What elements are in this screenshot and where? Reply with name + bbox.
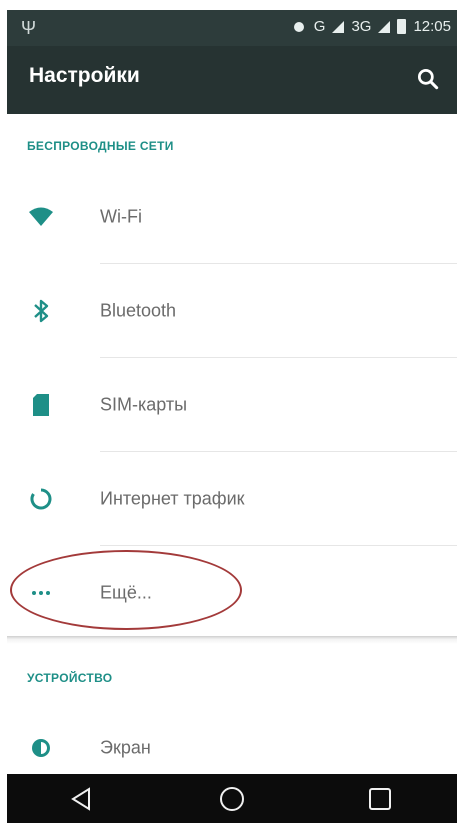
screen-frame-top [0,0,464,10]
signal-icon-2 [378,20,391,33]
navigation-bar [7,774,457,823]
sync-icon [291,19,307,35]
signal-icon [332,20,345,33]
recents-icon[interactable] [365,784,395,814]
annotation-ellipse [10,550,242,630]
data-type-label: 3G [351,18,372,35]
section-divider [7,636,457,644]
settings-item-label: Wi-Fi [100,206,142,227]
home-icon[interactable] [217,784,247,814]
screen-frame-right [457,0,464,823]
display-icon [27,734,55,762]
app-bar: Настройки [7,46,457,114]
settings-item-data-usage[interactable]: Интернет трафик [7,452,457,546]
settings-item-wifi[interactable]: Wi-Fi [7,170,457,264]
status-time: 12:05 [413,18,451,35]
settings-list: БЕСПРОВОДНЫЕ СЕТИ Wi-Fi Bluetooth SIM-ка… [7,114,457,774]
settings-item-bluetooth[interactable]: Bluetooth [7,264,457,358]
bluetooth-icon [27,297,55,325]
sim-card-icon [27,391,55,419]
section-header-device: УСТРОЙСТВО [27,671,113,685]
battery-icon [397,19,407,34]
settings-item-label: Bluetooth [100,300,177,321]
settings-item-label: SIM-карты [100,394,188,415]
settings-item-sim-cards[interactable]: SIM-карты [7,358,457,452]
data-usage-icon [27,485,55,513]
search-icon[interactable] [415,66,441,92]
section-header-wireless: БЕСПРОВОДНЫЕ СЕТИ [27,139,174,153]
usb-icon: Ψ [21,18,37,38]
status-bar: Ψ G 3G 12:05 [7,10,457,46]
page-title: Настройки [29,64,140,87]
back-icon[interactable] [67,784,97,814]
settings-item-label: Интернет трафик [100,488,245,509]
network-type-label: G [313,18,326,35]
wifi-icon [27,203,55,231]
screen-frame-left [0,0,7,823]
settings-item-label: Экран [100,737,151,758]
